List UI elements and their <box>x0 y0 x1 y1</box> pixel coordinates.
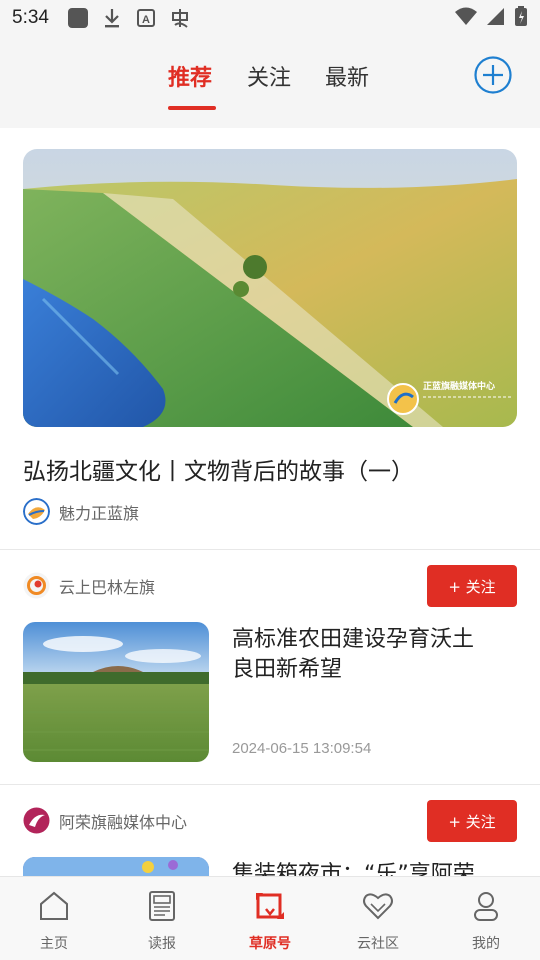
download-icon <box>101 7 123 29</box>
article-title[interactable]: 集装箱夜市：“乐”享阿荣 <box>232 860 502 876</box>
source-name: 魅力正蓝旗 <box>59 503 140 523</box>
nav-label: 主页 <box>40 936 68 952</box>
tab-active-indicator <box>168 106 216 110</box>
nav-label: 读报 <box>148 936 176 952</box>
nav-label: 我的 <box>472 936 500 952</box>
status-bar: 5:34 A <box>0 0 540 36</box>
hero-title[interactable]: 弘扬北疆文化丨文物背后的故事（一） <box>23 452 414 486</box>
home-icon <box>40 891 68 920</box>
top-nav: 推荐 关注 最新 <box>0 36 540 128</box>
nav-home[interactable]: 主页 <box>0 877 108 960</box>
hero-image[interactable]: 正蓝旗融媒体中心 <box>23 149 517 427</box>
nav-grassland[interactable]: 草原号 <box>216 877 324 960</box>
divider <box>0 784 540 785</box>
source-avatar <box>23 807 50 834</box>
hero-source[interactable]: 魅力正蓝旗 <box>23 498 139 525</box>
text-a-icon: A <box>135 7 157 29</box>
person-icon <box>474 892 498 921</box>
add-channel-button[interactable] <box>474 56 512 94</box>
nav-community[interactable]: 云社区 <box>324 877 432 960</box>
tab-recommend[interactable]: 推荐 <box>168 60 212 92</box>
nav-label: 草原号 <box>249 936 291 952</box>
article-title-line: 集装箱夜市：“乐”享阿荣 <box>232 862 475 876</box>
source-avatar <box>23 572 50 599</box>
svg-text:A: A <box>142 14 150 26</box>
article-title-line: 高标准农田建设孕育沃土 <box>232 627 475 652</box>
nav-label: 云社区 <box>357 936 399 952</box>
article-time: 2024-06-15 13:09:54 <box>232 740 372 757</box>
grassland-icon <box>256 893 284 919</box>
community-heart-icon <box>363 893 393 920</box>
signal-icon <box>486 6 506 30</box>
hero-watermark: 正蓝旗融媒体中心 <box>423 380 495 392</box>
app-notification-icon <box>67 7 89 29</box>
bottom-nav: 主页 读报 草原号 云社区 我的 <box>0 876 540 960</box>
news-feed[interactable]: 正蓝旗融媒体中心 弘扬北疆文化丨文物背后的故事（一） 魅力正蓝旗 云上巴林左旗 … <box>0 128 540 876</box>
divider <box>0 549 540 550</box>
article-thumbnail[interactable] <box>23 857 209 876</box>
source-avatar <box>23 498 50 525</box>
newspaper-icon <box>149 891 175 921</box>
tab-follow[interactable]: 关注 <box>247 60 291 92</box>
article-title[interactable]: 高标准农田建设孕育沃土 良田新希望 <box>232 625 502 685</box>
plus-circle-icon <box>474 56 512 94</box>
article-thumbnail[interactable] <box>23 622 209 762</box>
battery-icon <box>514 5 528 31</box>
follow-button[interactable]: + 关注 <box>427 800 517 842</box>
follow-button[interactable]: + 关注 <box>427 565 517 607</box>
nav-profile[interactable]: 我的 <box>432 877 540 960</box>
source-name: 阿荣旗融媒体中心 <box>59 812 188 832</box>
item-source[interactable]: 阿荣旗融媒体中心 <box>23 807 187 834</box>
source-name: 云上巴林左旗 <box>59 577 156 597</box>
app-screen: 5:34 A 推荐 关注 最新 正蓝旗融媒体中心 弘扬北疆文化丨文物背后的故事（… <box>0 0 540 960</box>
chinese-glyph-icon <box>169 7 191 29</box>
nav-newspaper[interactable]: 读报 <box>108 877 216 960</box>
item-source[interactable]: 云上巴林左旗 <box>23 572 155 599</box>
article-title-line: 良田新希望 <box>232 657 343 682</box>
tab-latest[interactable]: 最新 <box>325 60 369 92</box>
wifi-icon <box>454 6 478 30</box>
status-time: 5:34 <box>12 7 49 28</box>
